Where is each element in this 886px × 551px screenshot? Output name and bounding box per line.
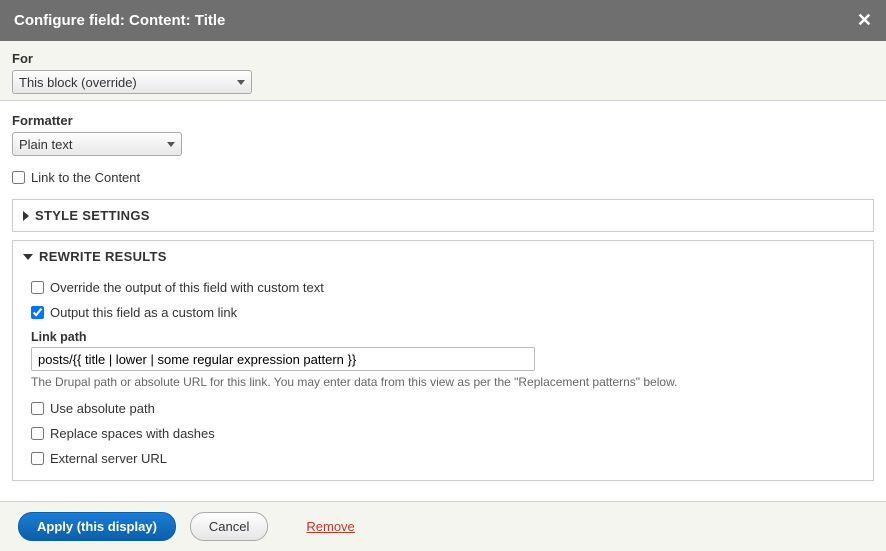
external-url-row: External server URL	[31, 451, 855, 466]
for-label: For	[12, 51, 874, 66]
rewrite-results-title: REWRITE RESULTS	[39, 249, 167, 264]
for-select-value: This block (override)	[19, 75, 137, 90]
external-url-checkbox[interactable]	[31, 452, 44, 465]
link-path-input[interactable]	[31, 347, 535, 371]
absolute-path-checkbox[interactable]	[31, 402, 44, 415]
external-url-label: External server URL	[50, 451, 167, 466]
rewrite-results-summary[interactable]: REWRITE RESULTS	[13, 241, 873, 272]
link-path-label: Link path	[31, 330, 855, 344]
formatter-row: Formatter Plain text	[12, 113, 874, 156]
absolute-path-label: Use absolute path	[50, 401, 155, 416]
link-path-help: The Drupal path or absolute URL for this…	[31, 375, 855, 389]
dialog-title: Configure field: Content: Title	[14, 12, 225, 29]
link-to-content-row: Link to the Content	[12, 170, 874, 185]
formatter-label: Formatter	[12, 113, 874, 128]
chevron-down-icon	[167, 142, 175, 147]
close-icon[interactable]: ✕	[857, 10, 872, 31]
remove-link[interactable]: Remove	[306, 519, 354, 534]
replace-spaces-checkbox[interactable]	[31, 427, 44, 440]
for-select[interactable]: This block (override)	[12, 70, 252, 94]
output-as-link-checkbox[interactable]	[31, 306, 44, 319]
link-to-content-label: Link to the Content	[31, 170, 140, 185]
output-as-link-row: Output this field as a custom link	[31, 305, 855, 320]
override-output-label: Override the output of this field with c…	[50, 280, 324, 295]
chevron-down-icon	[237, 80, 245, 85]
override-output-checkbox[interactable]	[31, 281, 44, 294]
output-as-link-label: Output this field as a custom link	[50, 305, 237, 320]
replace-spaces-label: Replace spaces with dashes	[50, 426, 215, 441]
dialog-footer: Apply (this display) Cancel Remove	[0, 501, 886, 551]
style-settings-title: STYLE SETTINGS	[35, 208, 150, 223]
caret-down-icon	[23, 254, 33, 260]
rewrite-results-details: REWRITE RESULTS Override the output of t…	[12, 240, 874, 481]
style-settings-details: STYLE SETTINGS	[12, 199, 874, 232]
dialog-header: Configure field: Content: Title ✕	[0, 0, 886, 41]
apply-button[interactable]: Apply (this display)	[18, 512, 176, 541]
caret-right-icon	[23, 211, 29, 221]
main-content: Formatter Plain text Link to the Content…	[0, 101, 886, 501]
formatter-select-value: Plain text	[19, 137, 72, 152]
for-panel: For This block (override)	[0, 41, 886, 101]
absolute-path-row: Use absolute path	[31, 401, 855, 416]
link-to-content-checkbox[interactable]	[12, 171, 25, 184]
formatter-select[interactable]: Plain text	[12, 132, 182, 156]
rewrite-results-body: Override the output of this field with c…	[13, 272, 873, 480]
replace-spaces-row: Replace spaces with dashes	[31, 426, 855, 441]
style-settings-summary[interactable]: STYLE SETTINGS	[13, 200, 873, 231]
override-output-row: Override the output of this field with c…	[31, 280, 855, 295]
cancel-button[interactable]: Cancel	[190, 512, 268, 541]
